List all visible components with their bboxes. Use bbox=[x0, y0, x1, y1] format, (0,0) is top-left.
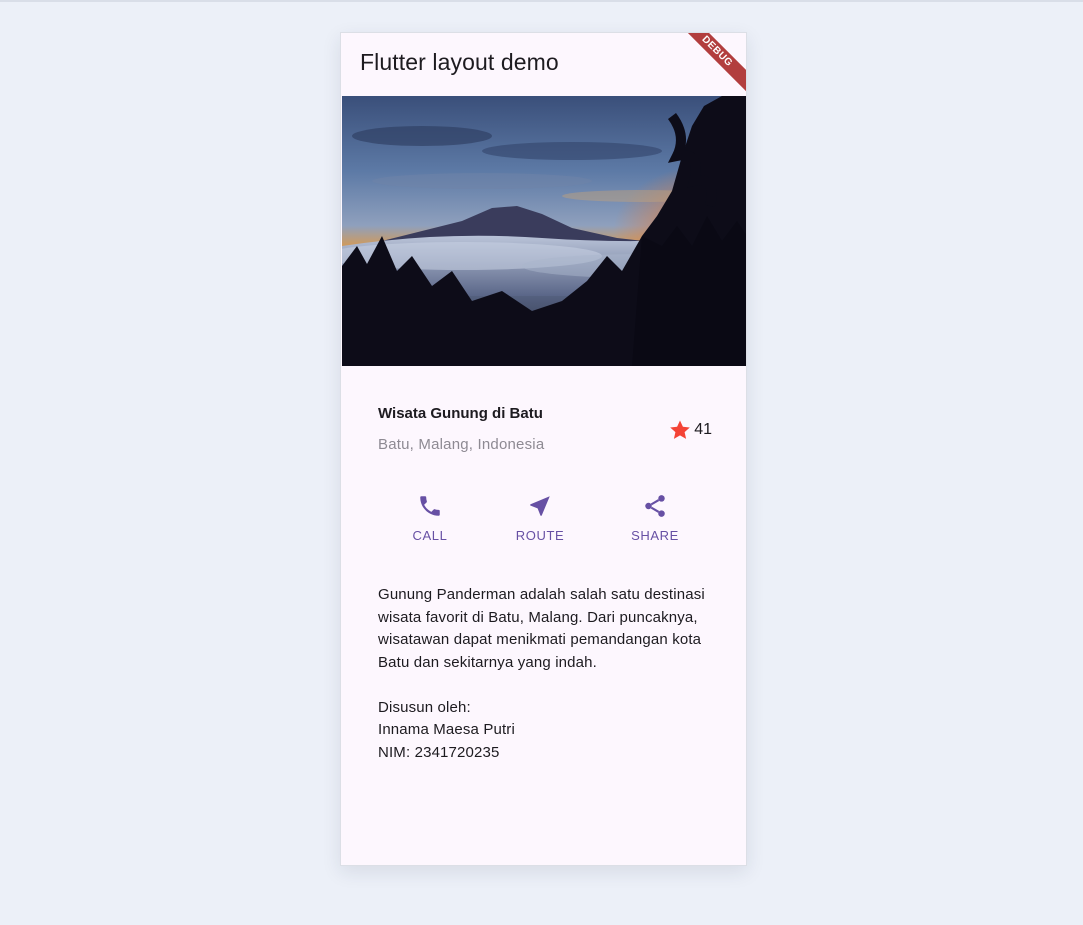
near-me-icon bbox=[530, 496, 550, 516]
window-top-edge bbox=[0, 0, 1083, 2]
place-location: Batu, Malang, Indonesia bbox=[378, 436, 545, 453]
call-button[interactable]: CALL bbox=[385, 493, 475, 543]
place-name: Wisata Gunung di Batu bbox=[378, 405, 543, 422]
app-bar: Flutter layout demo bbox=[341, 33, 746, 96]
app-bar-title: Flutter layout demo bbox=[360, 49, 559, 75]
rating-count: 41 bbox=[694, 421, 712, 438]
mountain-landscape-image bbox=[342, 96, 746, 366]
app-window: Flutter layout demo DEBUG Wisata Gunung … bbox=[340, 32, 747, 866]
favorite-rating[interactable]: 41 bbox=[668, 418, 712, 442]
phone-icon bbox=[420, 496, 440, 516]
star-icon bbox=[670, 420, 691, 439]
share-button[interactable]: SHARE bbox=[610, 493, 700, 543]
share-label: SHARE bbox=[631, 528, 679, 543]
call-label: CALL bbox=[412, 528, 448, 543]
action-buttons-row: CALL ROUTE SHARE bbox=[375, 493, 715, 553]
description-text: Gunung Panderman adalah salah satu desti… bbox=[378, 586, 705, 761]
route-label: ROUTE bbox=[515, 528, 565, 543]
route-button[interactable]: ROUTE bbox=[495, 493, 585, 543]
share-icon bbox=[645, 495, 665, 517]
title-section: Wisata Gunung di Batu Batu, Malang, Indo… bbox=[378, 405, 712, 461]
